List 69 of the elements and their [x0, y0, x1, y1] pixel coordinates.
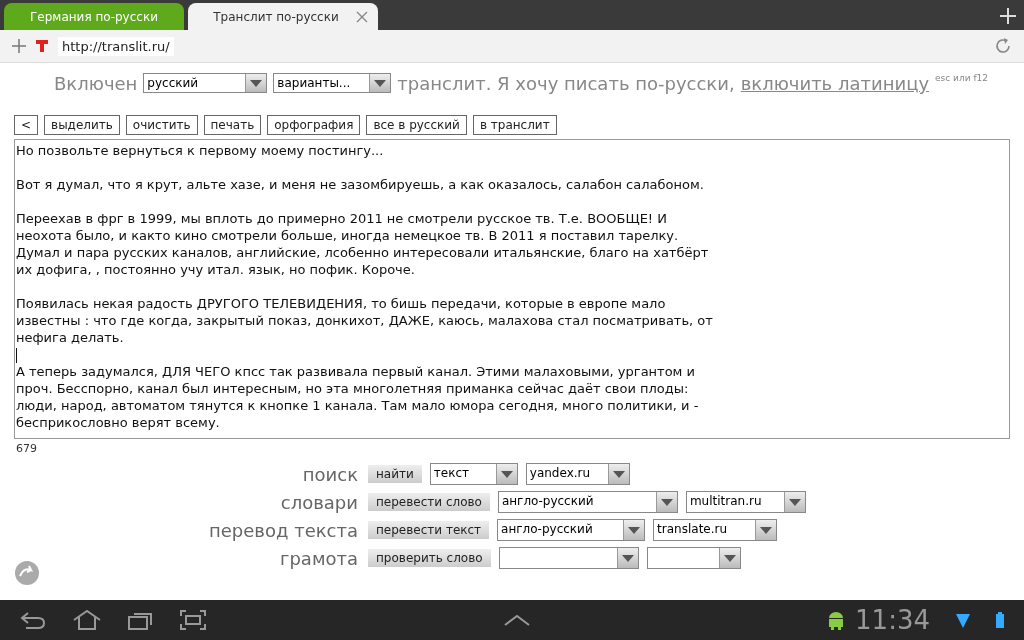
clock: 11:34 [855, 605, 930, 635]
browser-tab[interactable]: Транслит по-русски [188, 3, 378, 30]
text-line: неохота было, и както кино смотрели больше, иногда немецкое тв. В 2011 я поставил тарелку. [16, 227, 680, 244]
text-line: Появилась некая радость ДРУГОГО ТЕЛЕВИДЕНИЯ, то бишь передачи, которые в европе мало [16, 295, 667, 312]
mode-text: транслит. Я хочу писать по-русски, [397, 72, 735, 94]
latin-link[interactable]: включить латиницу [740, 72, 930, 94]
text-line: А теперь задумался, ДЛЯ ЧЕГО кпсс так развивала первый канал. Этими малаховыми, ургантом и [16, 363, 696, 380]
text-line: бесприкословно верят всему. [16, 414, 221, 431]
caret-icon [788, 498, 801, 506]
dropdown[interactable]: multitran.ru [685, 491, 806, 513]
chevron-up-icon[interactable] [503, 614, 530, 626]
wifi-icon [956, 612, 970, 628]
text-line: известны : что где когда, закрытый показ, донкихот, ДАЖЕ, каюсь, малахова стал посматривать, от [16, 312, 714, 329]
caret-icon [760, 526, 773, 534]
caret-icon [660, 498, 673, 506]
recent-apps-icon[interactable] [128, 610, 154, 630]
dropdown[interactable]: текст [429, 463, 518, 485]
dropdown[interactable]: англо-русский [497, 491, 678, 513]
caret-icon [500, 470, 513, 478]
caret-icon [723, 554, 736, 562]
service-button[interactable]: перевести слово [368, 493, 490, 511]
toolbar-button[interactable]: печать [203, 115, 262, 135]
service-button[interactable]: перевести текст [368, 521, 490, 539]
dropdown[interactable]: yandex.ru [525, 463, 630, 485]
reload-icon[interactable] [994, 37, 1012, 55]
dropdown[interactable] [498, 547, 639, 569]
service-label: поиск [301, 463, 358, 485]
dropdown[interactable] [646, 547, 741, 569]
toolbar-button[interactable]: выделить [44, 115, 120, 135]
back-icon[interactable] [20, 611, 46, 629]
text-line: проч. Бесспорно, канал был интересным, но эта многолетняя приманка сейчас даёт свои плоды: [16, 380, 690, 397]
dropdown[interactable]: русский [143, 73, 268, 93]
screenshot-icon[interactable] [180, 610, 206, 630]
text-area[interactable] [14, 139, 1010, 439]
android-icon [827, 610, 846, 630]
shortcut-hint: esc или f12 [935, 73, 988, 83]
toolbar-button[interactable]: < [14, 115, 39, 135]
dropdown[interactable]: англо-русский [497, 519, 646, 541]
home-icon[interactable] [72, 610, 102, 630]
text-line: люди, народ, автоматом тянутся к кнопке 1 канала. Там мало юмора сегодня, много политики, и - [16, 397, 700, 414]
text-line: Переехав в фрг в 1999, мы вплоть до примерно 2011 не смотрели русское тв. Т.е. ВООБЩЕ! И [16, 210, 668, 227]
toolbar-button[interactable]: очистить [125, 115, 198, 135]
text-cursor [16, 348, 17, 363]
text-line: Вот я думал, что я крут, альте хазе, и меня не зазомбируешь, а как оказалось, салабон салабоном. [16, 176, 705, 193]
service-button[interactable]: найти [368, 465, 422, 483]
text-line: Но позвольте вернуться к первому моему постингу... [16, 142, 385, 159]
url-field[interactable]: http://translit.ru/ [58, 36, 174, 56]
service-label: перевод текста [208, 519, 358, 541]
service-button[interactable]: проверить слово [368, 549, 491, 567]
caret-icon [250, 79, 263, 87]
text-line: нефига делать. [16, 329, 125, 346]
caret-icon [621, 554, 634, 562]
battery-icon [996, 612, 1004, 628]
site-logo-icon [36, 40, 48, 52]
caret-icon [374, 79, 387, 87]
service-label: грамота [278, 547, 358, 569]
toolbar-button[interactable]: все в русский [366, 115, 467, 135]
toolbar-button[interactable]: орфография [267, 115, 361, 135]
close-icon[interactable] [356, 11, 368, 23]
character-count: 679 [16, 442, 38, 455]
text-line: Думал и пара русских каналов, английские, лсобенно интересовали итальянские, благо на хатбёрт [16, 244, 710, 261]
dropdown[interactable]: варианты... [273, 73, 392, 93]
text-line: их дофига, , постоянно учу итал. язык, но пофик. Короче. [16, 261, 416, 278]
mode-label: Включен [54, 72, 138, 94]
service-label: словари [279, 491, 358, 513]
toolbar-button[interactable]: в транслит [472, 115, 557, 135]
dropdown[interactable]: translate.ru [653, 519, 778, 541]
caret-icon [628, 526, 641, 534]
caret-icon [612, 470, 625, 478]
